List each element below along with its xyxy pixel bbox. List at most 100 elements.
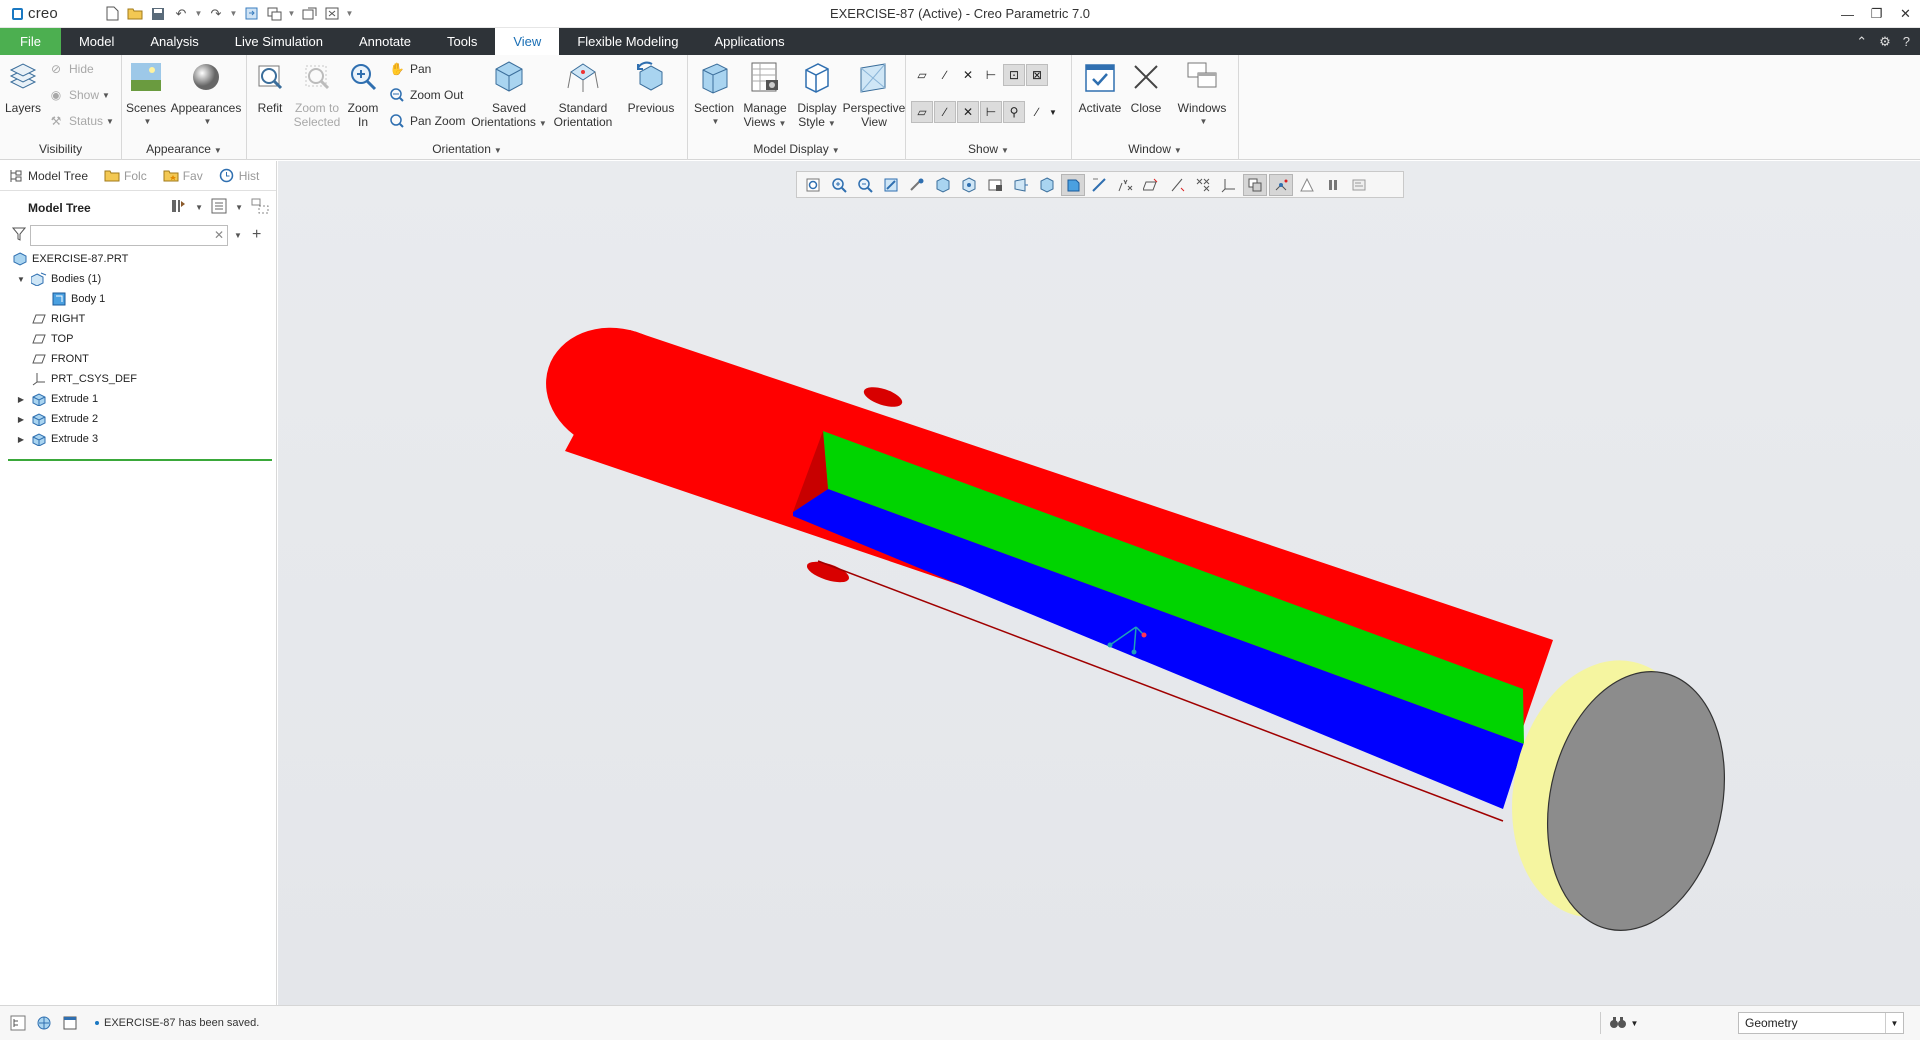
plane-display-icon[interactable]: ⏥ [911, 64, 933, 86]
toggle-fullscreen-icon[interactable] [62, 1015, 78, 1034]
axis-display-icon[interactable]: ∕ [934, 64, 956, 86]
undo-dropdown-icon[interactable]: ▼ [194, 4, 203, 24]
windows-button[interactable]: Windows ▼ [1172, 59, 1232, 129]
point-display-icon[interactable]: ✕ [957, 64, 979, 86]
tab-model[interactable]: Model [61, 28, 132, 55]
selection-filter-dropdown[interactable]: Geometry ▼ [1738, 1012, 1904, 1034]
filter-funnel-icon[interactable] [11, 227, 27, 244]
tree-item[interactable]: EXERCISE-87.PRT [0, 249, 277, 269]
window-group-label[interactable]: Window ▼ [1072, 142, 1238, 156]
pan-zoom-button[interactable]: Pan Zoom [389, 110, 465, 132]
toggle-browser-icon[interactable] [36, 1015, 52, 1034]
axis-tag-display-icon[interactable]: ∕ [934, 101, 956, 123]
tab-flexible-modeling[interactable]: Flexible Modeling [559, 28, 696, 55]
pan-button[interactable]: ✋ Pan [389, 58, 432, 80]
scenes-button[interactable]: Scenes ▼ [126, 59, 166, 129]
tab-history[interactable]: Hist [211, 161, 268, 191]
show-button[interactable]: ◉ Show ▼ [48, 84, 110, 106]
tree-columns-icon[interactable] [211, 198, 227, 217]
display-style-button[interactable]: Display Style ▼ [792, 59, 842, 131]
section-button[interactable]: Section ▼ [692, 59, 736, 129]
appearance-group-label[interactable]: Appearance ▼ [122, 142, 246, 156]
activate-button[interactable]: Activate [1076, 59, 1124, 115]
undo-icon[interactable]: ↶ [171, 4, 191, 24]
tab-live-simulation[interactable]: Live Simulation [217, 28, 341, 55]
appearances-button[interactable]: Appearances ▼ [170, 59, 242, 129]
expand-arrow-icon[interactable]: ▶ [16, 395, 26, 404]
tree-item[interactable]: ▶ Extrude 2 [0, 409, 277, 429]
perspective-view-button[interactable]: Perspective View [842, 59, 906, 129]
find-button[interactable]: ▼ [1600, 1012, 1646, 1034]
expand-arrow-icon[interactable]: ▶ [16, 435, 26, 444]
restore-icon[interactable]: ❐ [1862, 0, 1891, 28]
collapse-arrow-icon[interactable]: ▼ [16, 275, 26, 284]
collapse-ribbon-icon[interactable]: ⌃ [1856, 34, 1867, 50]
minimize-icon[interactable]: — [1833, 0, 1862, 28]
redo-dropdown-icon[interactable]: ▼ [229, 4, 238, 24]
tree-item[interactable]: TOP [0, 329, 277, 349]
graphics-window[interactable] [278, 161, 1920, 1005]
point-tag-display-icon[interactable]: ⊠ [1026, 64, 1048, 86]
tab-view[interactable]: View [495, 28, 560, 55]
refit-button[interactable]: Refit [252, 59, 288, 115]
tab-analysis[interactable]: Analysis [132, 28, 216, 55]
settings-icon[interactable]: ⚙ [1879, 34, 1891, 50]
search-dropdown-icon[interactable]: ▼ [234, 231, 242, 240]
tree-columns-dropdown-icon[interactable]: ▼ [235, 203, 243, 212]
zoom-in-button[interactable]: Zoom In [345, 59, 381, 129]
tree-search-input[interactable] [30, 224, 228, 246]
tree-settings-dropdown-icon[interactable]: ▼ [195, 203, 203, 212]
plane-tag-display-icon[interactable]: ⊡ [1003, 64, 1025, 86]
csys-tag-display-icon[interactable]: ⊢ [980, 101, 1002, 123]
manage-views-button[interactable]: Manage Views ▼ [740, 59, 790, 131]
tab-applications[interactable]: Applications [696, 28, 802, 55]
spin-center-display-icon[interactable]: ⚲ [1003, 101, 1025, 123]
layers-button[interactable]: Layers [4, 59, 42, 115]
point-symbol-display-icon[interactable]: ✕ [957, 101, 979, 123]
tree-item[interactable]: RIGHT [0, 309, 277, 329]
tree-item[interactable]: ▶ Extrude 1 [0, 389, 277, 409]
tab-favorites[interactable]: Fav [155, 161, 211, 191]
zoom-out-button[interactable]: Zoom Out [389, 84, 463, 106]
tree-item[interactable]: PRT_CSYS_DEF [0, 369, 277, 389]
previous-button[interactable]: Previous [621, 59, 681, 115]
close-window-icon[interactable] [322, 4, 342, 24]
slot-top-face[interactable] [823, 431, 1524, 744]
tree-item[interactable]: ▼ Bodies (1) [0, 269, 277, 289]
tree-item[interactable]: FRONT [0, 349, 277, 369]
hide-button[interactable]: ⊘ Hide [48, 58, 94, 80]
help-icon[interactable]: ? [1903, 34, 1910, 49]
tree-item[interactable]: Body 1 [0, 289, 277, 309]
windows-dropdown-icon[interactable]: ▼ [287, 4, 296, 24]
clear-search-icon[interactable]: ✕ [214, 228, 224, 242]
close-button[interactable]: Close [1126, 59, 1166, 115]
3d-model-view[interactable] [278, 161, 1920, 1005]
csys-display-icon[interactable]: ⊢ [980, 64, 1002, 86]
switch-windows-icon[interactable] [299, 4, 319, 24]
chevron-down-icon[interactable]: ▼ [1885, 1013, 1903, 1033]
tree-filter-options-icon[interactable] [251, 198, 269, 217]
tab-folder-browser[interactable]: Folc [96, 161, 155, 191]
zoom-to-selected-button[interactable]: Zoom to Selected [291, 59, 343, 129]
show-dropdown-icon[interactable]: ▼ [1046, 101, 1060, 123]
model-display-group-label[interactable]: Model Display ▼ [688, 142, 905, 156]
tab-tools[interactable]: Tools [429, 28, 495, 55]
toggle-navigator-icon[interactable] [10, 1015, 26, 1034]
expand-arrow-icon[interactable]: ▶ [16, 415, 26, 424]
tab-file[interactable]: File [0, 28, 61, 55]
save-icon[interactable] [148, 4, 168, 24]
tab-annotate[interactable]: Annotate [341, 28, 429, 55]
add-column-icon[interactable]: + [252, 226, 261, 244]
customize-toolbar-icon[interactable]: ▼ [345, 4, 354, 24]
annotation-display-icon[interactable]: ⏥ [911, 101, 933, 123]
tree-settings-icon[interactable] [169, 198, 187, 217]
status-button[interactable]: ⚒ Status ▼ [48, 110, 114, 132]
redo-icon[interactable]: ↷ [206, 4, 226, 24]
find-dropdown-icon[interactable]: ▼ [1631, 1019, 1639, 1028]
open-folder-icon[interactable] [125, 4, 145, 24]
insert-here-marker[interactable] [8, 459, 272, 461]
tree-item[interactable]: ▶ Extrude 3 [0, 429, 277, 449]
new-file-icon[interactable] [102, 4, 122, 24]
standard-orientation-button[interactable]: Standard Orientation [549, 59, 617, 129]
regenerate-icon[interactable] [241, 4, 261, 24]
